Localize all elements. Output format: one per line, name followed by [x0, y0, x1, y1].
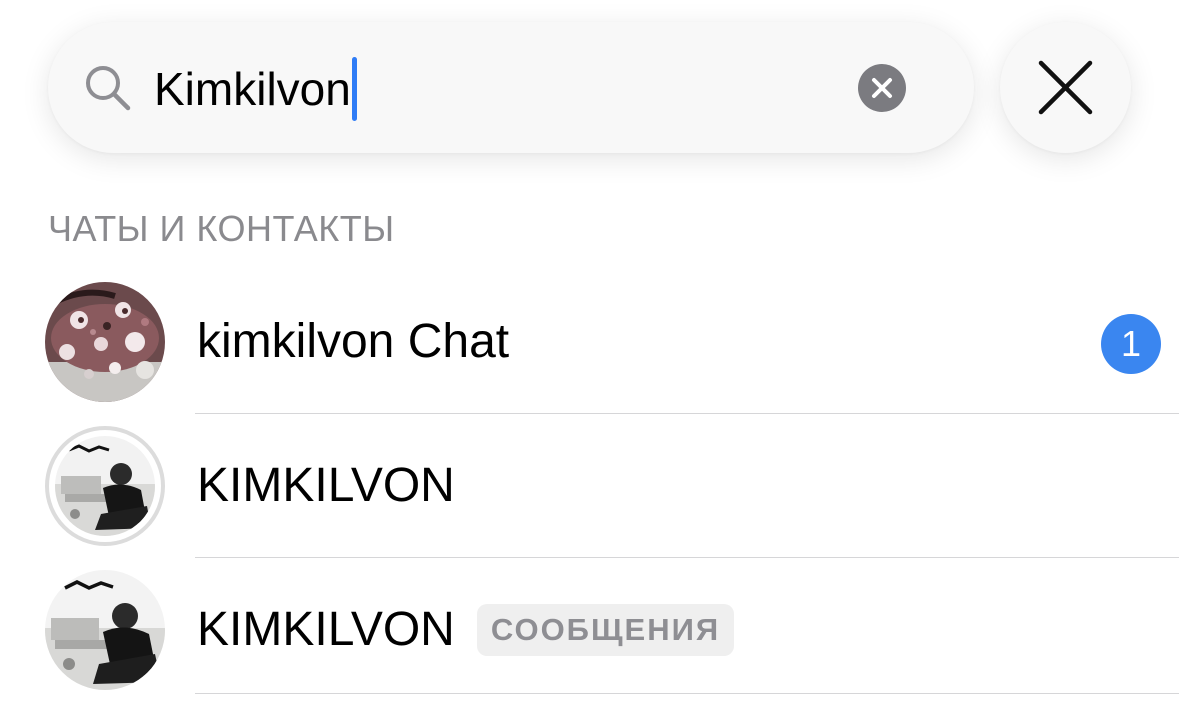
result-name-with-tag: KIMKILVON СООБЩЕНИЯ: [197, 602, 735, 658]
result-row-messages[interactable]: KIMKILVON СООБЩЕНИЯ: [0, 558, 1179, 702]
text-caret: [351, 57, 357, 121]
result-row-chat[interactable]: kimkilvon Chat 1: [0, 270, 1179, 414]
result-name: KIMKILVON: [197, 603, 455, 656]
close-search-button[interactable]: [1000, 22, 1131, 153]
search-input[interactable]: Kimkilvon: [154, 56, 814, 122]
clear-search-button[interactable]: [858, 64, 906, 112]
profile-avatar-image: [55, 436, 155, 536]
profile-avatar-image: [45, 570, 165, 690]
result-name: KIMKILVON: [197, 459, 455, 512]
search-screen: Kimkilvon ЧАТЫ И КОНТАКТЫ kimkilvon Chat…: [0, 0, 1179, 712]
unread-count-badge: 1: [1101, 314, 1161, 374]
search-icon: [82, 62, 134, 114]
search-input-value: Kimkilvon: [154, 63, 351, 115]
messages-tag: СООБЩЕНИЯ: [476, 604, 735, 656]
section-title: ЧАТЫ И КОНТАКТЫ: [48, 208, 395, 249]
result-name: kimkilvon Chat: [197, 315, 510, 368]
chat-avatar-image: [45, 282, 165, 402]
search-header: Kimkilvon: [0, 0, 1179, 190]
row-divider: [195, 693, 1179, 694]
result-row-profile[interactable]: KIMKILVON: [0, 414, 1179, 558]
